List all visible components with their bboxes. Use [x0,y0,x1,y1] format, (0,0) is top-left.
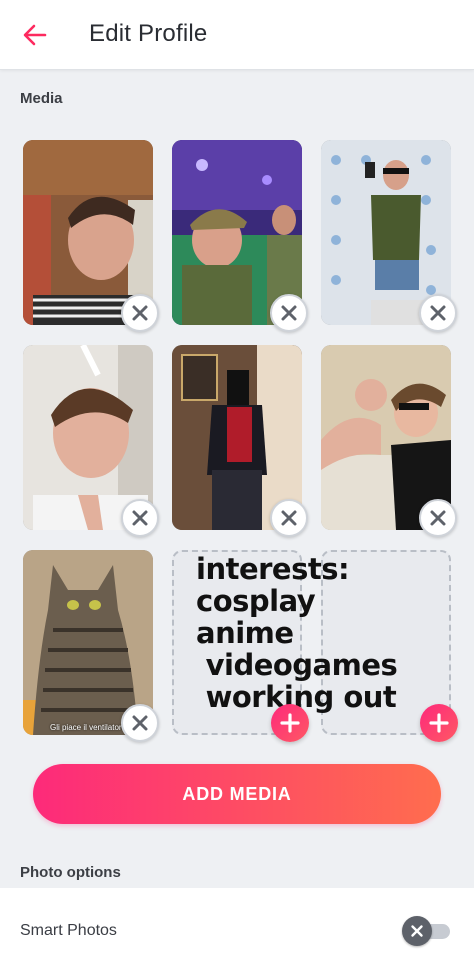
close-icon [132,305,148,321]
remove-photo-3-button[interactable] [419,294,457,332]
remove-photo-2-button[interactable] [270,294,308,332]
add-photo-slot-2-button[interactable] [420,704,458,742]
add-media-button[interactable]: ADD MEDIA [33,764,441,824]
close-icon [430,305,446,321]
photo-options-label: Photo options [20,864,121,881]
remove-photo-4-button[interactable] [121,499,159,537]
close-icon [411,925,423,937]
media-section-label: Media [20,90,63,107]
close-icon [132,510,148,526]
app-header: Edit Profile [0,0,474,70]
arrow-left-icon [23,24,47,46]
close-icon [281,510,297,526]
plus-icon [429,713,449,733]
close-icon [132,715,148,731]
interests-overlay-text: interests: cosplay anime videogames work… [196,552,398,714]
smart-photos-label: Smart Photos [20,922,117,939]
page-title: Edit Profile [89,20,208,47]
remove-photo-7-button[interactable] [121,704,159,742]
close-icon [430,510,446,526]
add-photo-slot-1-button[interactable] [271,704,309,742]
remove-photo-1-button[interactable] [121,294,159,332]
back-button[interactable] [20,20,50,50]
toggle-knob [402,916,432,946]
smart-photos-toggle[interactable] [402,916,452,946]
remove-photo-5-button[interactable] [270,499,308,537]
plus-icon [280,713,300,733]
remove-photo-6-button[interactable] [419,499,457,537]
close-icon [281,305,297,321]
